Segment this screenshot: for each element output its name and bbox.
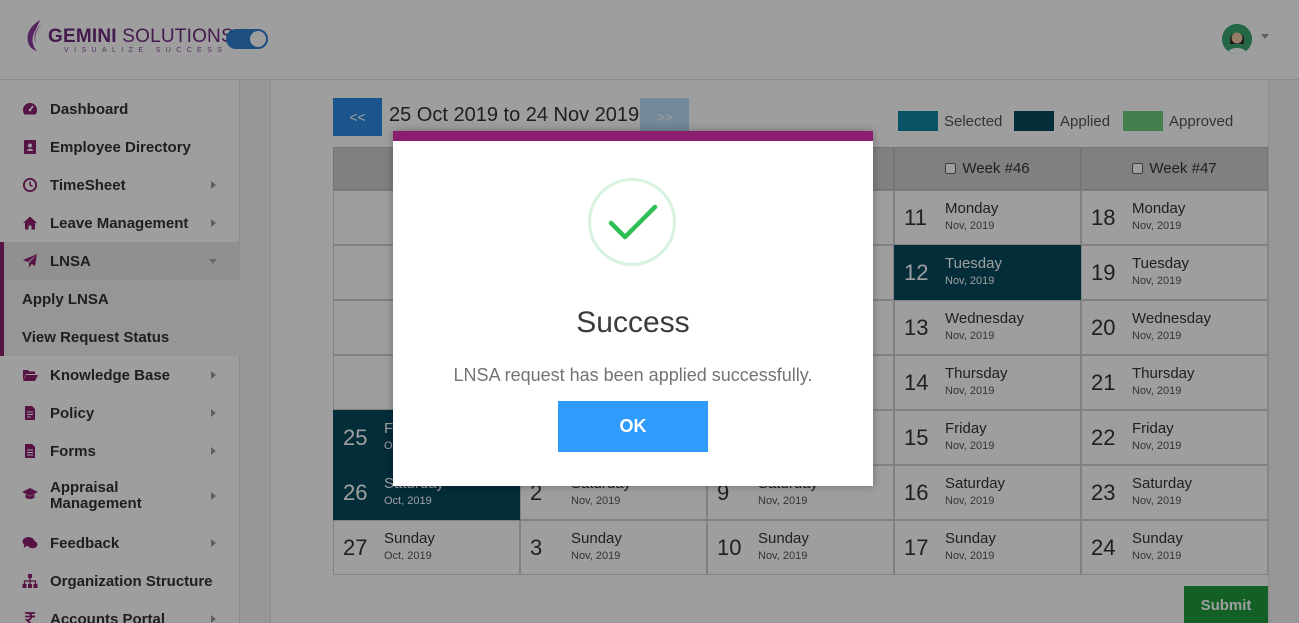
success-check-icon xyxy=(588,178,676,266)
success-dialog: Success LNSA request has been applied su… xyxy=(393,131,873,486)
ok-button[interactable]: OK xyxy=(558,401,708,452)
dialog-title: Success xyxy=(576,306,690,339)
checkmark-icon xyxy=(608,204,658,240)
dialog-message: LNSA request has been applied successful… xyxy=(453,365,813,385)
